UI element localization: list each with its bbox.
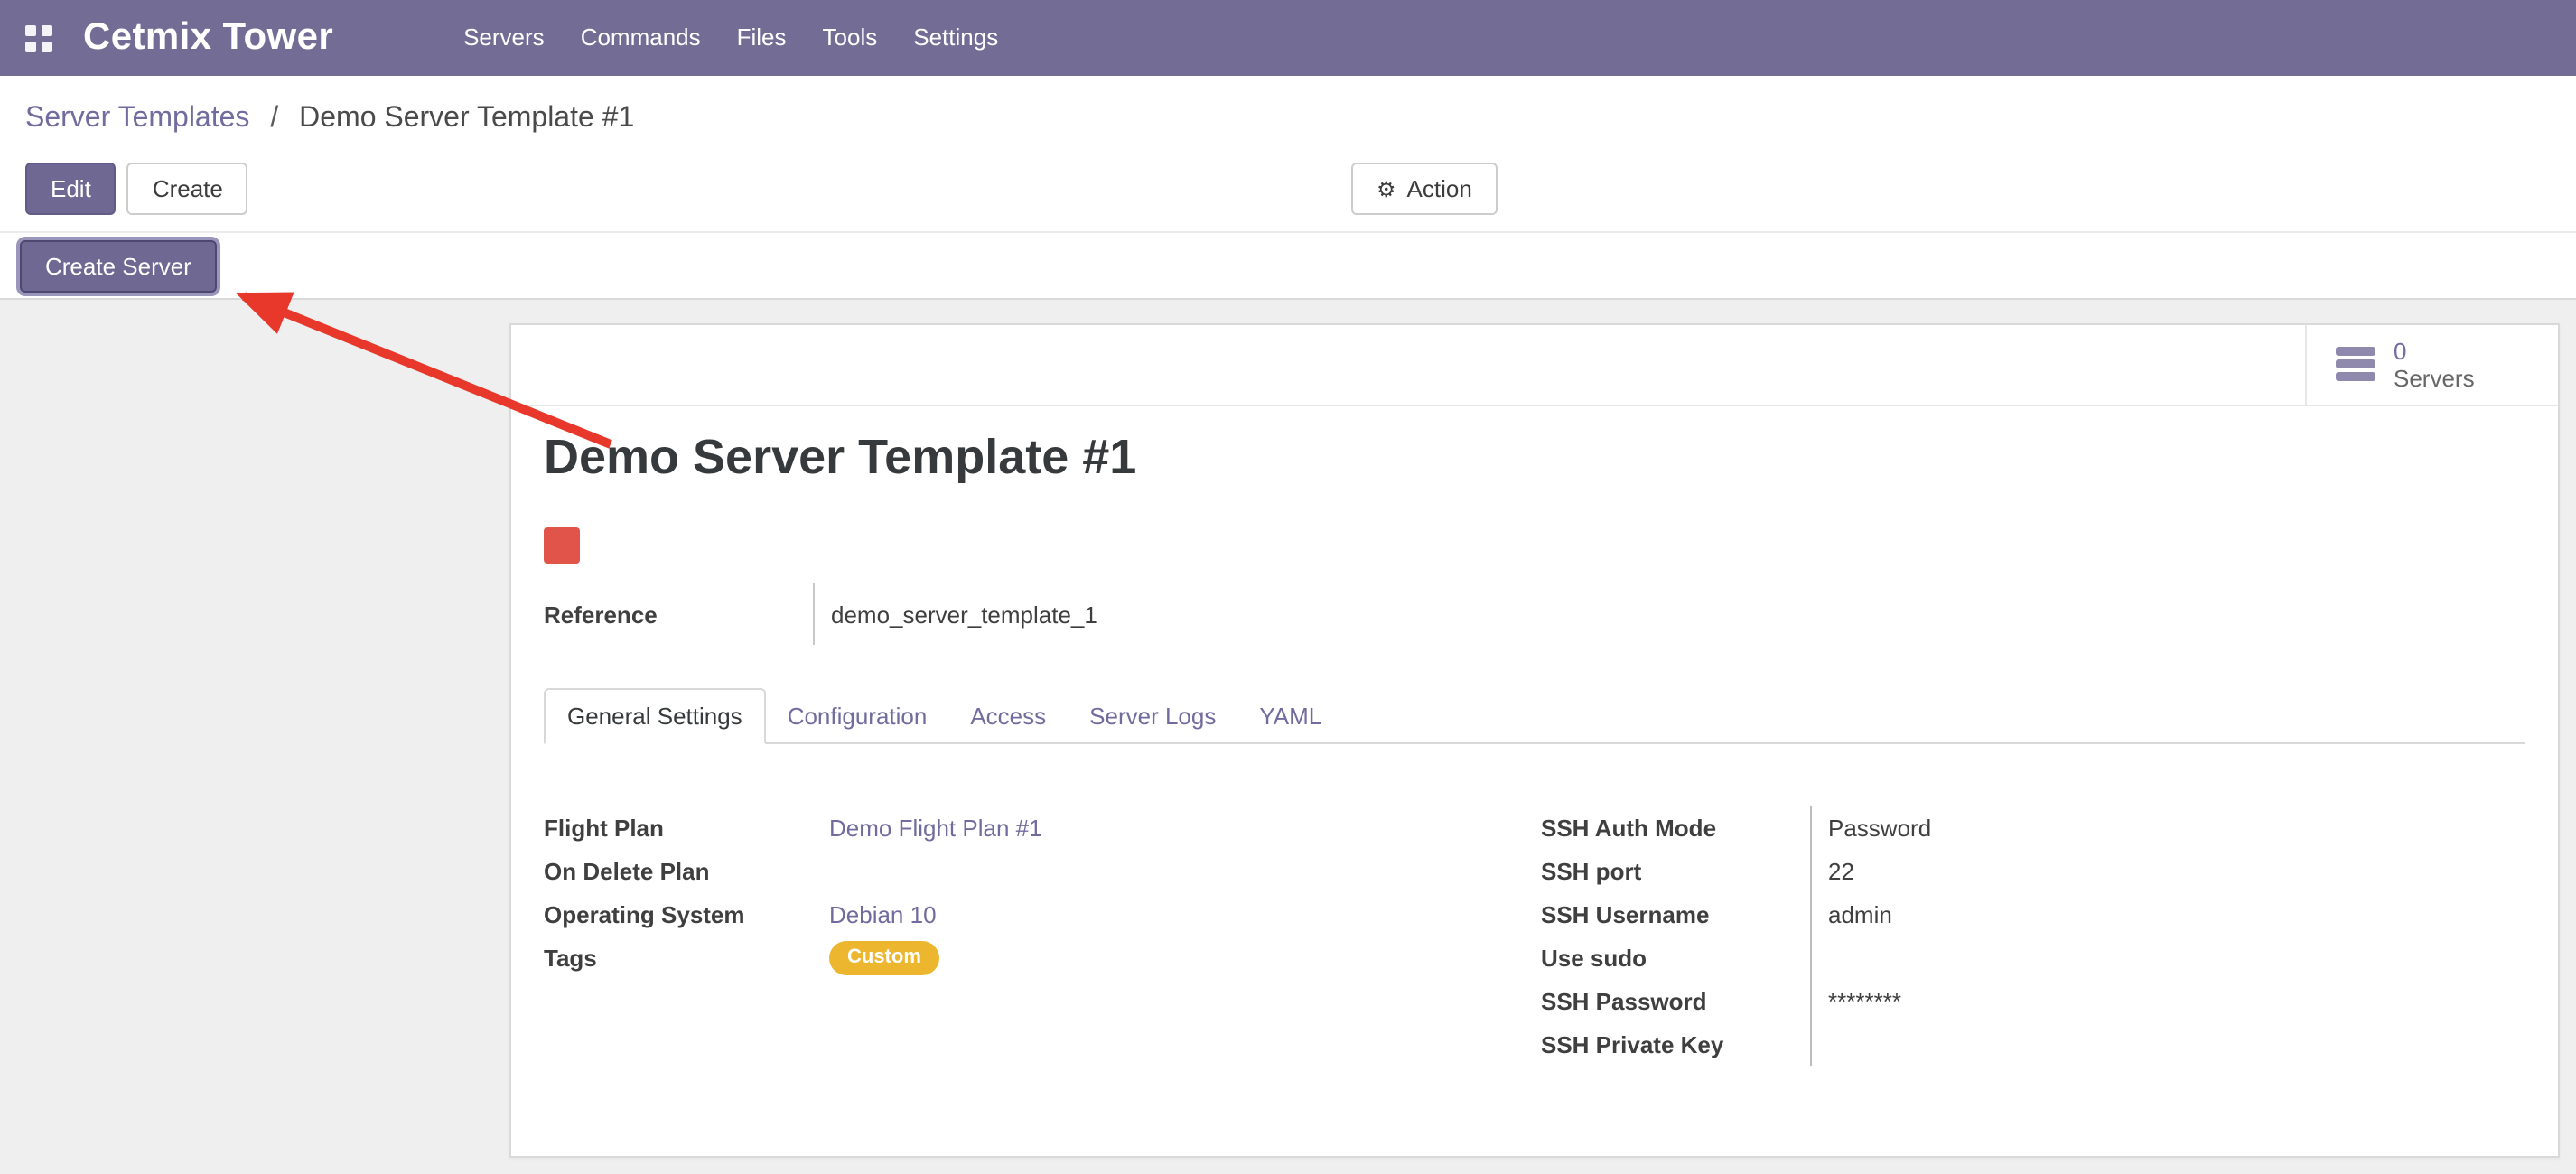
operating-system-label: Operating System (544, 900, 829, 927)
control-panel: Server Templates / Demo Server Template … (0, 76, 2576, 233)
menu-servers[interactable]: Servers (445, 0, 563, 76)
reference-field: Reference demo_server_template_1 (544, 583, 1097, 645)
field-row-on-delete-plan: On Delete Plan (544, 849, 1501, 892)
apps-grid-dot (42, 41, 52, 51)
tab-configuration[interactable]: Configuration (766, 688, 949, 742)
breadcrumb: Server Templates / Demo Server Template … (25, 103, 634, 135)
tab-yaml[interactable]: YAML (1237, 688, 1343, 742)
right-field-group: SSH Auth Mode Password SSH port 22 SSH U… (1541, 806, 2354, 1066)
stat-text: 0 Servers (2394, 339, 2475, 391)
record-buttons: Edit Create (25, 163, 248, 215)
tag-custom[interactable]: Custom (829, 940, 939, 974)
ssh-port-label: SSH port (1541, 857, 1810, 884)
left-field-group: Flight Plan Demo Flight Plan #1 On Delet… (544, 806, 1501, 979)
tab-server-logs[interactable]: Server Logs (1068, 688, 1237, 742)
app-brand[interactable]: Cetmix Tower (83, 16, 333, 60)
use-sudo-value (1810, 936, 2354, 979)
servers-stat-button[interactable]: 0 Servers (2305, 325, 2558, 405)
ssh-port-value: 22 (1810, 849, 2354, 892)
on-delete-plan-label: On Delete Plan (544, 857, 829, 884)
field-row-tags: Tags Custom (544, 936, 1501, 979)
field-row-use-sudo: Use sudo (1541, 936, 2354, 979)
apps-grid-dot (25, 41, 36, 51)
ssh-private-key-label: SSH Private Key (1541, 1030, 1810, 1058)
ssh-auth-mode-label: SSH Auth Mode (1541, 814, 1810, 841)
ssh-password-value: ******** (1810, 979, 2354, 1022)
ssh-private-key-value (1810, 1022, 2354, 1066)
action-button[interactable]: ⚙ Action (1351, 163, 1498, 215)
menu-settings[interactable]: Settings (895, 0, 1016, 76)
main-menu: Servers Commands Files Tools Settings (445, 0, 1016, 76)
menu-files[interactable]: Files (719, 0, 805, 76)
form-view-background: 0 Servers Demo Server Template #1 Refere… (0, 300, 2576, 1174)
app-window: Cetmix Tower Servers Commands Files Tool… (0, 0, 2576, 1174)
servers-count: 0 (2394, 339, 2475, 364)
flight-plan-link[interactable]: Demo Flight Plan #1 (829, 814, 1042, 841)
flight-plan-label: Flight Plan (544, 814, 829, 841)
menu-tools[interactable]: Tools (805, 0, 896, 76)
notebook-tabs: General Settings Configuration Access Se… (544, 688, 2525, 744)
reference-value: demo_server_template_1 (813, 583, 1097, 645)
field-row-ssh-private-key: SSH Private Key (1541, 1022, 2354, 1066)
field-row-operating-system: Operating System Debian 10 (544, 892, 1501, 936)
ssh-auth-mode-value: Password (1810, 806, 2354, 849)
edit-button[interactable]: Edit (25, 163, 117, 215)
apps-grid-dot (42, 24, 52, 35)
form-header-bar: Create Server (0, 233, 2576, 300)
tags-label: Tags (544, 944, 829, 971)
apps-grid-icon[interactable] (25, 24, 52, 51)
action-button-label: Action (1407, 175, 1472, 202)
breadcrumb-parent-link[interactable]: Server Templates (25, 103, 249, 134)
gear-icon: ⚙ (1377, 178, 1396, 200)
create-button[interactable]: Create (127, 163, 248, 215)
menu-commands[interactable]: Commands (563, 0, 719, 76)
form-sheet: 0 Servers Demo Server Template #1 Refere… (509, 323, 2560, 1158)
server-stack-icon (2336, 347, 2377, 383)
button-box: 0 Servers (511, 325, 2558, 406)
use-sudo-label: Use sudo (1541, 944, 1810, 971)
field-row-ssh-username: SSH Username admin (1541, 892, 2354, 936)
tab-access[interactable]: Access (948, 688, 1068, 742)
tab-general-settings[interactable]: General Settings (544, 688, 766, 744)
ssh-username-value: admin (1810, 892, 2354, 936)
record-title: Demo Server Template #1 (544, 430, 1136, 486)
operating-system-link[interactable]: Debian 10 (829, 900, 937, 927)
apps-grid-dot (25, 24, 36, 35)
ssh-password-label: SSH Password (1541, 987, 1810, 1014)
breadcrumb-current: Demo Server Template #1 (299, 103, 634, 134)
field-row-flight-plan: Flight Plan Demo Flight Plan #1 (544, 806, 1501, 849)
servers-count-label: Servers (2394, 364, 2475, 391)
field-row-ssh-port: SSH port 22 (1541, 849, 2354, 892)
reference-label: Reference (544, 601, 813, 628)
breadcrumb-separator: / (270, 103, 278, 134)
top-navbar: Cetmix Tower Servers Commands Files Tool… (0, 0, 2576, 76)
field-row-ssh-auth-mode: SSH Auth Mode Password (1541, 806, 2354, 849)
field-row-ssh-password: SSH Password ******** (1541, 979, 2354, 1022)
create-server-button[interactable]: Create Server (20, 240, 217, 293)
color-swatch[interactable] (544, 527, 580, 564)
ssh-username-label: SSH Username (1541, 900, 1810, 927)
